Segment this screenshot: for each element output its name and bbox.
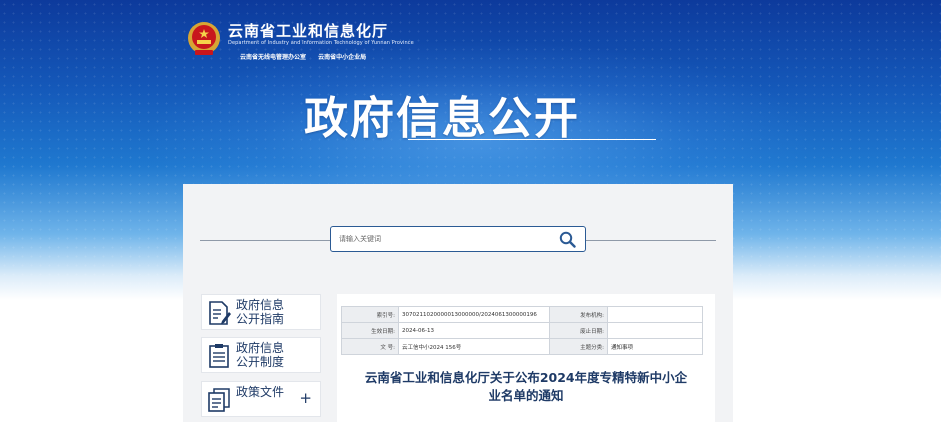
sidebar-item-policy[interactable]: 政策文件 + bbox=[201, 381, 321, 417]
meta-value bbox=[607, 306, 703, 323]
meta-value: 通知事项 bbox=[607, 338, 703, 355]
meta-value bbox=[607, 322, 703, 339]
meta-value: 3070211020000013000000/2024061300000196 bbox=[398, 306, 550, 323]
search-input[interactable] bbox=[339, 231, 549, 247]
meta-value: 云工信中小2024 156号 bbox=[398, 338, 550, 355]
meta-key: 发布机构: bbox=[549, 306, 608, 323]
link-sme-bureau[interactable]: 云南省中小企业局 bbox=[318, 54, 366, 61]
title-underline bbox=[408, 139, 656, 140]
table-row: 索引号: 3070211020000013000000/202406130000… bbox=[341, 306, 703, 323]
meta-key: 文 号: bbox=[341, 338, 399, 355]
document-meta-table: 索引号: 3070211020000013000000/202406130000… bbox=[341, 306, 703, 355]
main-panel: 政府信息 公开指南 政府信息 公开制度 政策文件 + bbox=[183, 184, 733, 422]
document-title: 云南省工业和信息化厅关于公布2024年度专精特新中小企 业名单的通知 bbox=[364, 370, 688, 403]
meta-key: 主题分类: bbox=[549, 338, 608, 355]
sidebar-item-system[interactable]: 政府信息 公开制度 bbox=[201, 337, 321, 373]
table-row: 生效日期: 2024-06-13 废止日期: bbox=[341, 322, 703, 339]
sidebar-item-guide[interactable]: 政府信息 公开指南 bbox=[201, 294, 321, 330]
divider-left bbox=[200, 240, 330, 241]
search-box bbox=[330, 226, 586, 252]
meta-key: 索引号: bbox=[341, 306, 399, 323]
org-subtitle: Department of Industry and Information T… bbox=[228, 40, 414, 46]
clipboard-list-icon bbox=[209, 344, 229, 368]
meta-key: 生效日期: bbox=[341, 322, 399, 339]
page-title: 政府信息公开 bbox=[304, 93, 580, 144]
document-content: 索引号: 3070211020000013000000/202406130000… bbox=[337, 294, 715, 422]
org-links: 云南省无线电管理办公室 云南省中小企业局 bbox=[240, 52, 376, 61]
table-row: 文 号: 云工信中小2024 156号 主题分类: 通知事项 bbox=[341, 338, 703, 355]
sidebar-item-label: 政府信息 公开指南 bbox=[236, 298, 285, 326]
divider-right bbox=[586, 240, 716, 241]
link-radio-office[interactable]: 云南省无线电管理办公室 bbox=[240, 54, 306, 61]
expand-plus-icon[interactable]: + bbox=[299, 389, 312, 407]
sidebar-item-label: 政府信息 公开制度 bbox=[236, 341, 285, 369]
document-edit-icon bbox=[209, 301, 231, 325]
org-title[interactable]: 云南省工业和信息化厅 bbox=[228, 20, 388, 41]
meta-key: 废止日期: bbox=[549, 322, 608, 339]
search-icon[interactable] bbox=[559, 231, 576, 248]
documents-stack-icon bbox=[208, 388, 230, 412]
national-emblem-icon bbox=[188, 22, 220, 55]
meta-value: 2024-06-13 bbox=[398, 322, 550, 339]
